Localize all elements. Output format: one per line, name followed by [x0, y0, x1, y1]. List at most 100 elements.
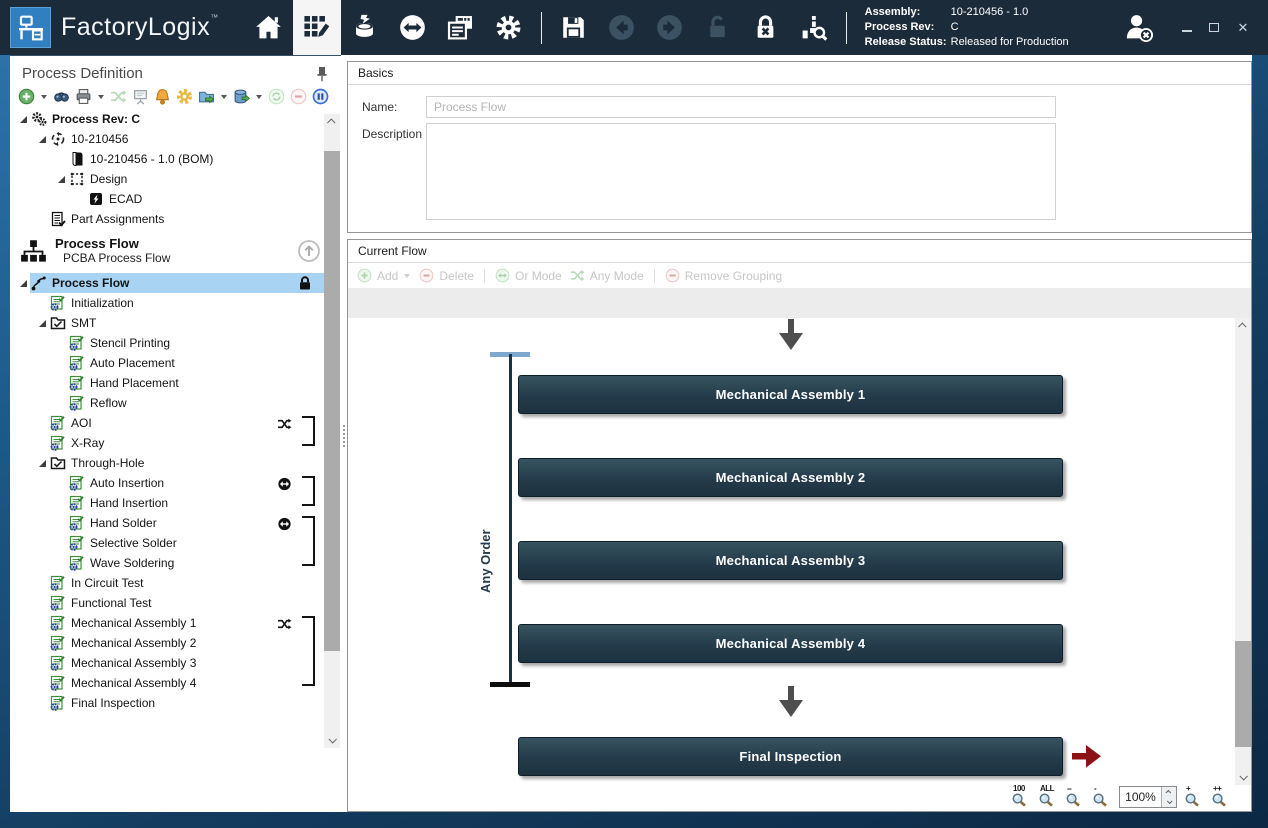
- dropdown-caret-icon[interactable]: [41, 95, 47, 99]
- expander-icon[interactable]: [35, 316, 49, 330]
- expander-icon[interactable]: [54, 172, 68, 186]
- scroll-down-icon[interactable]: [1235, 769, 1251, 785]
- scroll-up-icon[interactable]: [324, 114, 340, 130]
- zoom-out-fast-button[interactable]: --: [1065, 786, 1085, 808]
- dropdown-caret-icon[interactable]: [221, 95, 227, 99]
- import-button[interactable]: [233, 88, 250, 105]
- scrollbar-thumb[interactable]: [1235, 641, 1251, 747]
- user-logout-icon[interactable]: [1122, 11, 1156, 45]
- scroll-up-icon[interactable]: [1235, 318, 1251, 334]
- tree-scrollbar[interactable]: [324, 114, 340, 748]
- tree-item-initialization[interactable]: Initialization: [10, 293, 324, 313]
- zoom-100-button[interactable]: 100: [1011, 786, 1031, 808]
- tree-item-hand-placement[interactable]: Hand Placement: [10, 373, 324, 393]
- splitter-grip-icon[interactable]: [343, 425, 345, 447]
- zoom-in-fast-button[interactable]: ++: [1211, 786, 1231, 808]
- tree-item-mechanical-assembly-1[interactable]: Mechanical Assembly 1: [10, 613, 324, 633]
- any-mode-button[interactable]: Any Mode: [570, 268, 644, 283]
- scrollbar-thumb[interactable]: [324, 151, 340, 651]
- tree-item-wave-soldering[interactable]: Wave Soldering: [10, 553, 324, 573]
- flow-node-mechanical-assembly-1[interactable]: Mechanical Assembly 1: [518, 375, 1063, 414]
- zoom-step-down-icon[interactable]: [1162, 797, 1176, 807]
- canvas-scrollbar[interactable]: [1235, 318, 1251, 785]
- zoom-step-up-icon[interactable]: [1162, 787, 1176, 797]
- tree-item-mechanical-assembly-4[interactable]: Mechanical Assembly 4: [10, 673, 324, 693]
- alarm-button[interactable]: [154, 88, 171, 105]
- zoom-level-spinner[interactable]: 100%: [1119, 786, 1177, 808]
- flow-node-final-inspection[interactable]: Final Inspection: [518, 737, 1063, 776]
- tree-item-mechanical-assembly-3[interactable]: Mechanical Assembly 3: [10, 653, 324, 673]
- tree-item-in-circuit-test[interactable]: In Circuit Test: [10, 573, 324, 593]
- tree-item-aoi[interactable]: AOI: [10, 413, 324, 433]
- processes-icon[interactable]: [293, 0, 341, 55]
- documents-icon[interactable]: [437, 0, 485, 55]
- tree-item-auto-insertion[interactable]: Auto Insertion: [10, 473, 324, 493]
- export-button[interactable]: [198, 88, 215, 105]
- flow-node-mechanical-assembly-3[interactable]: Mechanical Assembly 3: [518, 541, 1063, 580]
- flow-node-mechanical-assembly-2[interactable]: Mechanical Assembly 2: [518, 458, 1063, 497]
- forward-icon[interactable]: [646, 0, 694, 55]
- tree-item-process-flow[interactable]: Process Flow: [10, 273, 324, 293]
- transfer-icon[interactable]: [389, 0, 437, 55]
- tree-item-part-assignments[interactable]: Part Assignments: [10, 209, 324, 229]
- add-button[interactable]: [18, 88, 35, 105]
- pin-icon[interactable]: [315, 66, 329, 82]
- description-input[interactable]: [426, 123, 1056, 220]
- print-button[interactable]: [75, 88, 92, 105]
- remove-grouping-button[interactable]: Remove Grouping: [665, 268, 782, 283]
- close-button[interactable]: ✕: [1236, 21, 1250, 35]
- zoom-in-button[interactable]: +: [1184, 786, 1204, 808]
- tree-item-ecad[interactable]: ECAD: [10, 189, 324, 209]
- tree-item-functional-test[interactable]: Functional Test: [10, 593, 324, 613]
- back-icon[interactable]: [598, 0, 646, 55]
- find-button[interactable]: [53, 88, 70, 105]
- refresh-button[interactable]: [268, 88, 285, 105]
- tree-item-x-ray[interactable]: X-Ray: [10, 433, 324, 453]
- tree-item-reflow[interactable]: Reflow: [10, 393, 324, 413]
- collapse-up-icon[interactable]: [297, 239, 321, 263]
- expander-icon[interactable]: [16, 112, 30, 126]
- any-mode-button[interactable]: [110, 88, 127, 105]
- name-input[interactable]: [426, 96, 1056, 118]
- lock-close-icon[interactable]: [742, 0, 790, 55]
- tree-item-mechanical-assembly-2[interactable]: Mechanical Assembly 2: [10, 633, 324, 653]
- tree-item-design[interactable]: Design: [10, 169, 324, 189]
- expander-icon[interactable]: [35, 132, 49, 146]
- home-icon[interactable]: [245, 0, 293, 55]
- process-flow-section[interactable]: Process Flow PCBA Process Flow: [10, 229, 341, 273]
- settings-icon[interactable]: [485, 0, 533, 55]
- flow-node-mechanical-assembly-4[interactable]: Mechanical Assembly 4: [518, 624, 1063, 663]
- save-icon[interactable]: [550, 0, 598, 55]
- expander-icon[interactable]: [16, 276, 30, 290]
- tree-item-auto-placement[interactable]: Auto Placement: [10, 353, 324, 373]
- tree-item-hand-solder[interactable]: Hand Solder: [10, 513, 324, 533]
- delete-button[interactable]: Delete: [419, 268, 474, 283]
- or-mode-button[interactable]: Or Mode: [495, 268, 562, 283]
- unlock-icon[interactable]: [694, 0, 742, 55]
- tree-item-smt[interactable]: SMT: [10, 313, 324, 333]
- scroll-down-icon[interactable]: [324, 732, 340, 748]
- zoom-fit-all-button[interactable]: ALL: [1038, 786, 1058, 808]
- tree-item-selective-solder[interactable]: Selective Solder: [10, 533, 324, 553]
- hold-button[interactable]: [312, 88, 329, 105]
- tree-item-stencil-printing[interactable]: Stencil Printing: [10, 333, 324, 353]
- tree-item-through-hole[interactable]: Through-Hole: [10, 453, 324, 473]
- tree-item-final-inspection[interactable]: Final Inspection: [10, 693, 324, 713]
- dropdown-caret-icon[interactable]: [256, 95, 262, 99]
- maximize-button[interactable]: [1209, 23, 1219, 32]
- minimize-button[interactable]: [1182, 24, 1192, 32]
- audit-search-icon[interactable]: [790, 0, 838, 55]
- zoom-out-button[interactable]: -: [1092, 786, 1112, 808]
- dropdown-caret-icon[interactable]: [98, 95, 104, 99]
- remove-button[interactable]: [290, 88, 307, 105]
- add-button[interactable]: Add: [357, 268, 411, 283]
- presentation-button[interactable]: [132, 88, 149, 105]
- tree-item-process-rev-c[interactable]: Process Rev: C: [10, 109, 324, 129]
- tree-item-10-210456[interactable]: 10-210456: [10, 129, 324, 149]
- tree-item-10-210456-1-0-bom[interactable]: 10-210456 - 1.0 (BOM): [10, 149, 324, 169]
- expander-icon[interactable]: [35, 456, 49, 470]
- dropdown-caret-icon[interactable]: [404, 274, 410, 278]
- production-icon[interactable]: [341, 0, 389, 55]
- tree-item-hand-insertion[interactable]: Hand Insertion: [10, 493, 324, 513]
- options-button[interactable]: [176, 88, 193, 105]
